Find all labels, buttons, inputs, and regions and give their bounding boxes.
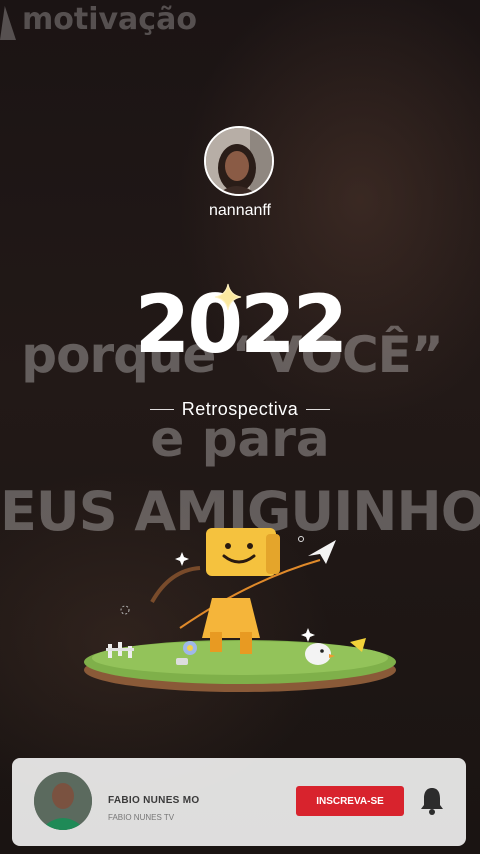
divider-right — [306, 408, 331, 410]
channel-card[interactable]: FABIO NUNES MO FABIO NUNES TV INSCREVA-S… — [12, 758, 466, 846]
story-screen: motivação porque “VOCÊ” e para EUS AMIGU… — [0, 0, 480, 854]
bell-icon[interactable] — [416, 784, 448, 816]
channel-subtitle: FABIO NUNES TV — [108, 813, 175, 822]
recap-subtitle-row: Retrospectiva — [0, 396, 480, 422]
recap-subtitle: Retrospectiva — [181, 398, 299, 419]
user-avatar[interactable] — [204, 126, 274, 196]
channel-avatar[interactable] — [34, 772, 92, 830]
subscribe-button[interactable]: INSCREVA-SE — [296, 786, 404, 816]
channel-name: FABIO NUNES MO — [108, 795, 200, 806]
sparkle-icon — [214, 283, 242, 311]
watermark-text: motivação — [22, 2, 197, 37]
paper-plane-icon — [308, 540, 336, 564]
watermark-mark — [0, 6, 16, 40]
divider-left — [149, 408, 174, 410]
recap-illustration — [84, 528, 396, 692]
username[interactable]: nannanff — [0, 202, 480, 220]
